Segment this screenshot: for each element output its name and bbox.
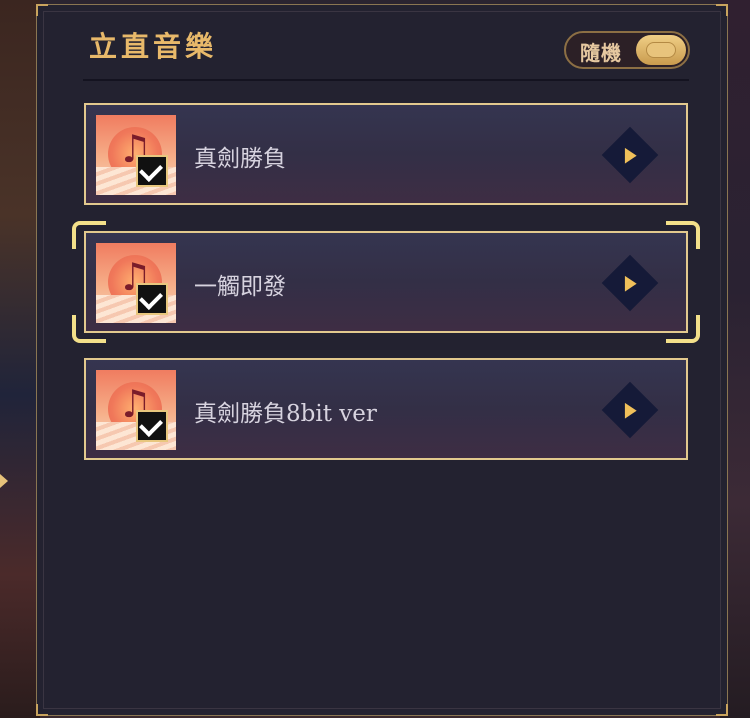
song-item[interactable]: ♫ 真劍勝負8bit ver bbox=[84, 358, 688, 460]
play-icon[interactable] bbox=[601, 254, 659, 312]
song-title: 真劍勝負8bit ver bbox=[194, 401, 377, 427]
checkmark-icon[interactable] bbox=[136, 410, 168, 442]
panel-corner-ornament bbox=[36, 4, 48, 16]
play-icon[interactable] bbox=[601, 381, 659, 439]
music-panel: 立直音樂 隨機 ♫ 真劍勝負 ♫ 一觸即發 ♫ 真劍勝負8bit ver bbox=[36, 4, 728, 716]
song-title: 真劍勝負 bbox=[194, 146, 286, 172]
song-item-selected[interactable]: ♫ 一觸即發 bbox=[72, 221, 700, 343]
page-title: 立直音樂 bbox=[89, 30, 218, 63]
song-title: 一觸即發 bbox=[194, 274, 286, 300]
play-icon[interactable] bbox=[601, 126, 659, 184]
panel-corner-ornament bbox=[36, 704, 48, 716]
checkmark-icon[interactable] bbox=[136, 283, 168, 315]
panel-corner-ornament bbox=[716, 4, 728, 16]
shuffle-label: 隨機 bbox=[580, 41, 622, 65]
checkmark-icon[interactable] bbox=[136, 155, 168, 187]
toggle-knob[interactable] bbox=[636, 35, 686, 65]
selection-corner bbox=[666, 315, 700, 343]
song-item[interactable]: ♫ 真劍勝負 bbox=[84, 103, 688, 205]
selection-corner bbox=[666, 221, 700, 249]
background-scenery-left bbox=[0, 0, 40, 718]
shuffle-toggle[interactable]: 隨機 bbox=[564, 31, 690, 69]
header-divider bbox=[83, 79, 689, 81]
panel-corner-ornament bbox=[716, 704, 728, 716]
